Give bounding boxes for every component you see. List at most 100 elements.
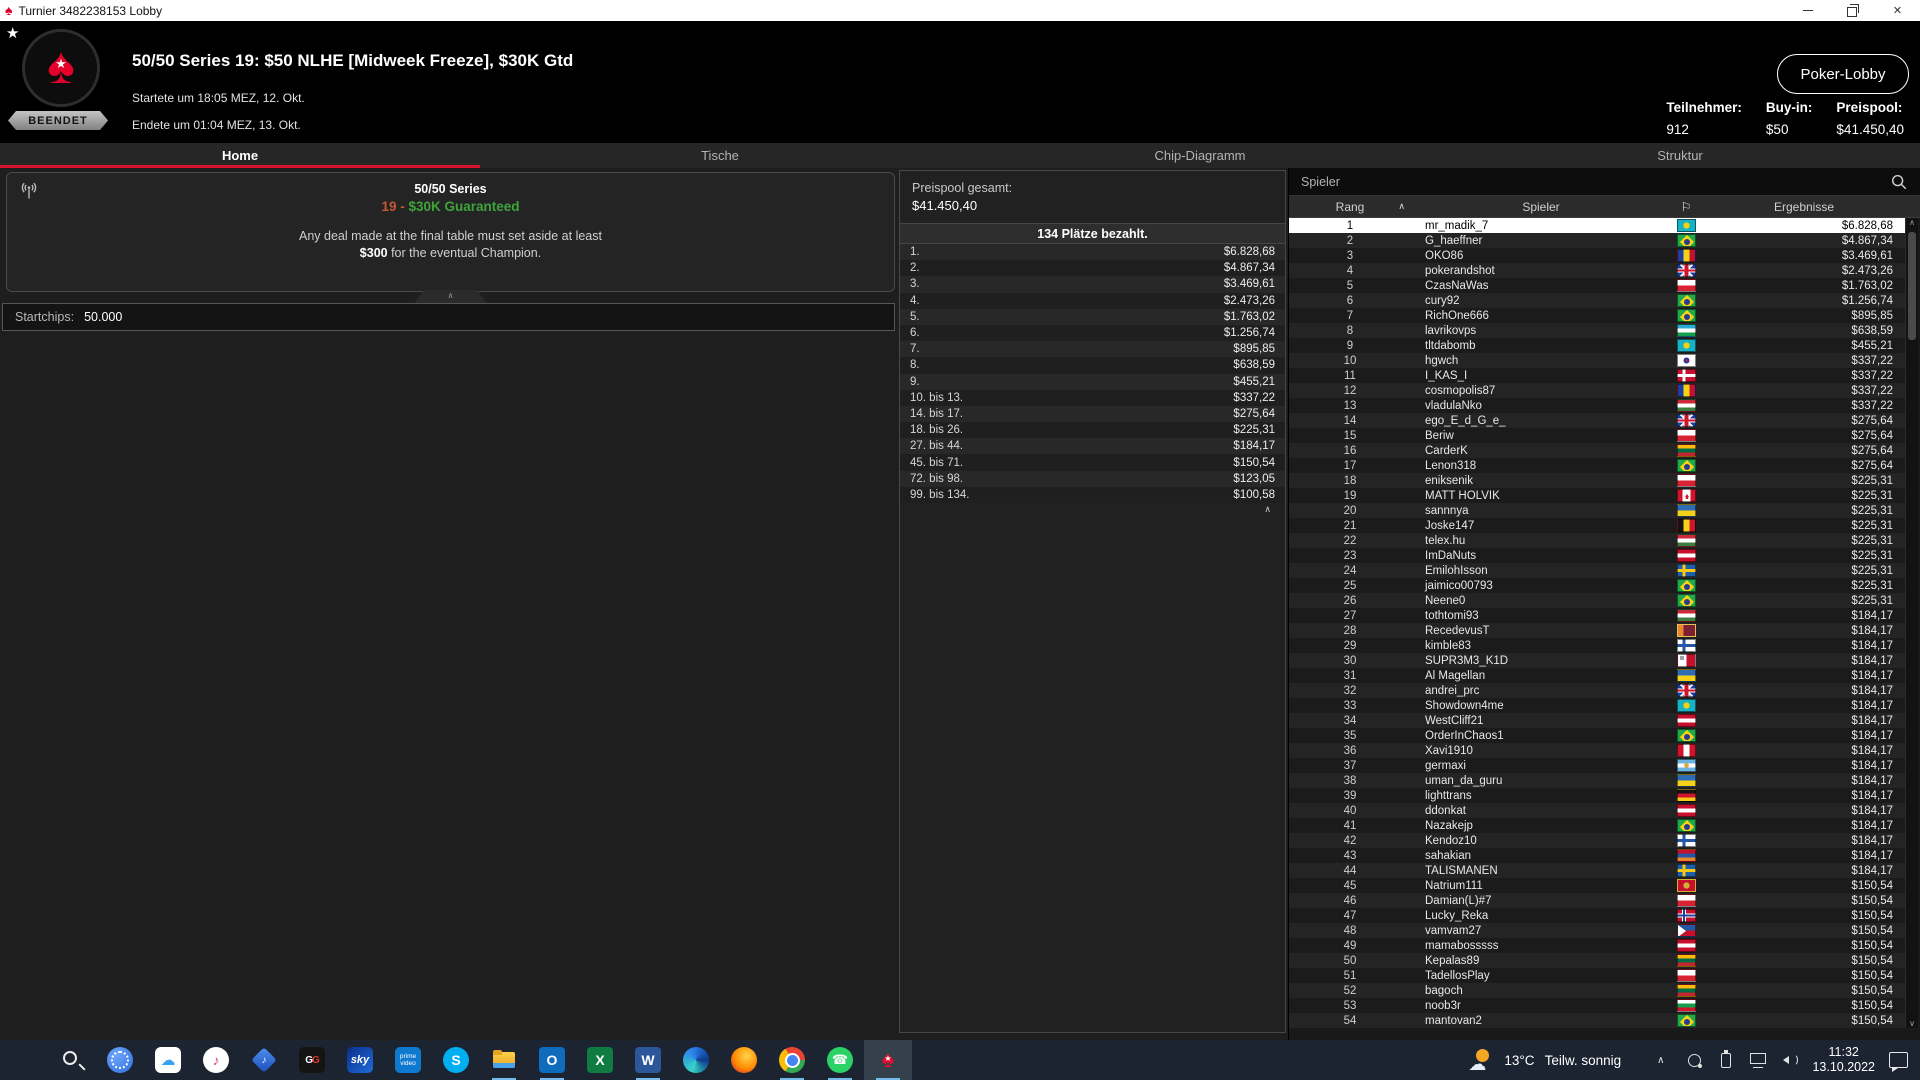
taskbar-word-icon[interactable]: W (624, 1040, 672, 1080)
tab-chip-diagramm[interactable]: Chip-Diagramm (960, 143, 1440, 168)
player-row[interactable]: 34 WestCliff21 $184,17 (1289, 713, 1907, 728)
player-row[interactable]: 23 ImDaNuts $225,31 (1289, 548, 1907, 563)
player-row[interactable]: 48 vamvam27 $150,54 (1289, 923, 1907, 938)
close-button[interactable]: ✕ (1875, 0, 1920, 21)
column-header-rank[interactable]: Rang ∧ (1289, 200, 1411, 214)
tab-tische[interactable]: Tische (480, 143, 960, 168)
player-row[interactable]: 1 mr_madik_7 $6.828,68 (1289, 218, 1907, 233)
taskbar-search-icon[interactable] (48, 1040, 96, 1080)
player-row[interactable]: 41 Nazakejp $184,17 (1289, 818, 1907, 833)
taskbar-start-icon[interactable] (0, 1040, 48, 1080)
player-row[interactable]: 51 TadellosPlay $150,54 (1289, 968, 1907, 983)
player-row[interactable]: 7 RichOne666 $895,85 (1289, 308, 1907, 323)
player-row[interactable]: 11 I_KAS_I $337,22 (1289, 368, 1907, 383)
player-row[interactable]: 22 telex.hu $225,31 (1289, 533, 1907, 548)
taskbar-gg-icon[interactable]: GG (288, 1040, 336, 1080)
player-row[interactable]: 40 ddonkat $184,17 (1289, 803, 1907, 818)
player-row[interactable]: 53 noob3r $150,54 (1289, 998, 1907, 1013)
restore-button[interactable] (1830, 0, 1875, 21)
taskbar-firefox-icon[interactable] (720, 1040, 768, 1080)
player-row[interactable]: 32 andrei_prc $184,17 (1289, 683, 1907, 698)
taskbar-signal-icon[interactable] (96, 1040, 144, 1080)
player-row[interactable]: 6 cury92 $1.256,74 (1289, 293, 1907, 308)
player-row[interactable]: 13 vladulaNko $337,22 (1289, 398, 1907, 413)
search-icon[interactable] (1890, 173, 1908, 191)
player-row[interactable]: 29 kimble83 $184,17 (1289, 638, 1907, 653)
player-row[interactable]: 16 CarderK $275,64 (1289, 443, 1907, 458)
player-row[interactable]: 15 Beriw $275,64 (1289, 428, 1907, 443)
action-center-icon[interactable] (1889, 1052, 1908, 1072)
taskbar-clock[interactable]: 11:32 13.10.2022 (1812, 1045, 1875, 1075)
payout-scroll-up-icon[interactable]: ∧ (1264, 504, 1271, 515)
volume-icon[interactable] (1782, 1052, 1798, 1068)
taskbar-outlook-icon[interactable]: O (528, 1040, 576, 1080)
tray-app-icon[interactable] (1686, 1052, 1702, 1068)
taskbar-folder-icon[interactable] (480, 1040, 528, 1080)
column-header-results[interactable]: Ergebnisse (1701, 200, 1907, 214)
usb-device-icon[interactable] (1718, 1052, 1734, 1068)
player-row[interactable]: 25 jaimico00793 $225,31 (1289, 578, 1907, 593)
player-row[interactable]: 27 tothtomi93 $184,17 (1289, 608, 1907, 623)
player-row[interactable]: 21 Joske147 $225,31 (1289, 518, 1907, 533)
player-row[interactable]: 8 lavrikovps $638,59 (1289, 323, 1907, 338)
column-header-player[interactable]: Spieler (1411, 200, 1671, 214)
taskbar-pokerstars-icon[interactable]: ♠ ★ (864, 1040, 912, 1080)
player-row[interactable]: 46 Damian(L)#7 $150,54 (1289, 893, 1907, 908)
taskbar-weather[interactable]: ☁ 13°C Teilw. sonnig (1468, 1048, 1621, 1074)
taskbar-itunes-icon[interactable]: ♪ (192, 1040, 240, 1080)
column-header-flag-icon[interactable]: ⚐ (1671, 200, 1701, 214)
collapse-panel-button[interactable]: ∧ (414, 290, 487, 303)
player-row[interactable]: 9 tltdabomb $455,21 (1289, 338, 1907, 353)
taskbar-excel-icon[interactable]: X (576, 1040, 624, 1080)
favorite-star-icon[interactable]: ★ (6, 24, 19, 42)
tab-struktur[interactable]: Struktur (1440, 143, 1920, 168)
player-row[interactable]: 28 RecedevusT $184,17 (1289, 623, 1907, 638)
player-row[interactable]: 30 SUPR3M3_K1D $184,17 (1289, 653, 1907, 668)
taskbar-edge-icon[interactable] (672, 1040, 720, 1080)
player-row[interactable]: 52 bagoch $150,54 (1289, 983, 1907, 998)
player-row[interactable]: 45 Natrium111 $150,54 (1289, 878, 1907, 893)
player-row[interactable]: 10 hgwch $337,22 (1289, 353, 1907, 368)
scrollbar-thumb[interactable] (1908, 232, 1916, 340)
taskbar-video-icon[interactable]: ♪ (240, 1040, 288, 1080)
player-row[interactable]: 33 Showdown4me $184,17 (1289, 698, 1907, 713)
player-row[interactable]: 12 cosmopolis87 $337,22 (1289, 383, 1907, 398)
player-row[interactable]: 24 EmilohIsson $225,31 (1289, 563, 1907, 578)
minimize-button[interactable] (1785, 0, 1830, 21)
player-row[interactable]: 19 MATT HOLVIK $225,31 (1289, 488, 1907, 503)
player-row[interactable]: 38 uman_da_guru $184,17 (1289, 773, 1907, 788)
taskbar-prime-icon[interactable]: prime video (384, 1040, 432, 1080)
player-row[interactable]: 17 Lenon318 $275,64 (1289, 458, 1907, 473)
player-row[interactable]: 47 Lucky_Reka $150,54 (1289, 908, 1907, 923)
player-search-input[interactable]: Spieler (1289, 168, 1920, 196)
player-row[interactable]: 37 germaxi $184,17 (1289, 758, 1907, 773)
player-row[interactable]: 3 OKO86 $3.469,61 (1289, 248, 1907, 263)
player-row[interactable]: 42 Kendoz10 $184,17 (1289, 833, 1907, 848)
show-hidden-icons-chevron[interactable]: ∧ (1657, 1055, 1664, 1066)
player-row[interactable]: 20 sannnya $225,31 (1289, 503, 1907, 518)
player-row[interactable]: 54 mantovan2 $150,54 (1289, 1013, 1907, 1028)
player-row[interactable]: 43 sahakian $184,17 (1289, 848, 1907, 863)
network-icon[interactable] (1750, 1052, 1767, 1068)
scroll-down-icon[interactable]: ∨ (1906, 1019, 1918, 1028)
player-row[interactable]: 4 pokerandshot $2.473,26 (1289, 263, 1907, 278)
players-scrollbar[interactable]: ∧ ∨ (1905, 218, 1918, 1028)
player-row[interactable]: 39 lighttrans $184,17 (1289, 788, 1907, 803)
player-row[interactable]: 49 mamabosssss $150,54 (1289, 938, 1907, 953)
player-row[interactable]: 35 OrderInChaos1 $184,17 (1289, 728, 1907, 743)
player-row[interactable]: 50 Kepalas89 $150,54 (1289, 953, 1907, 968)
player-row[interactable]: 26 Neene0 $225,31 (1289, 593, 1907, 608)
player-row[interactable]: 31 Al Magellan $184,17 (1289, 668, 1907, 683)
player-row[interactable]: 2 G_haeffner $4.867,34 (1289, 233, 1907, 248)
player-row[interactable]: 14 ego_E_d_G_e_ $275,64 (1289, 413, 1907, 428)
poker-lobby-button[interactable]: Poker-Lobby (1777, 54, 1909, 94)
taskbar-whatsapp-icon[interactable]: ☎ (816, 1040, 864, 1080)
taskbar-skype-icon[interactable]: S (432, 1040, 480, 1080)
player-row[interactable]: 36 Xavi1910 $184,17 (1289, 743, 1907, 758)
taskbar-icloud-icon[interactable]: ☁ (144, 1040, 192, 1080)
taskbar-chrome-icon[interactable] (768, 1040, 816, 1080)
scroll-up-icon[interactable]: ∧ (1906, 218, 1918, 227)
player-row[interactable]: 18 eniksenik $225,31 (1289, 473, 1907, 488)
player-row[interactable]: 5 CzasNaWas $1.763,02 (1289, 278, 1907, 293)
tab-home[interactable]: Home (0, 143, 480, 169)
